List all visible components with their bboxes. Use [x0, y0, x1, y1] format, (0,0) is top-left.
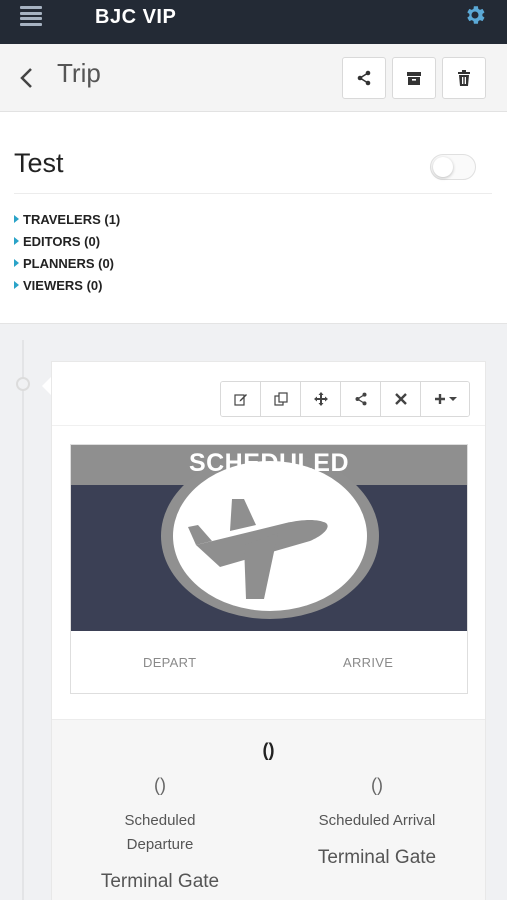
caret-right-icon: [14, 215, 19, 223]
timeline-dot: [16, 377, 30, 391]
trip-toggle[interactable]: [430, 154, 476, 180]
role-label: VIEWERS (0): [23, 277, 103, 293]
depart-label: DEPART: [143, 655, 197, 670]
gear-icon[interactable]: [463, 3, 487, 27]
scheduled-departure-label: Scheduled Departure: [124, 812, 196, 853]
copy-icon: [273, 392, 288, 406]
app-bar: BJC VIP: [0, 0, 507, 44]
archive-icon: [407, 72, 421, 85]
role-planners[interactable]: PLANNERS (0): [14, 252, 120, 274]
divider: [14, 193, 492, 194]
status-banner: SCHEDULED: [71, 445, 467, 631]
airplane-icon: [188, 499, 328, 599]
arrival-terminal-gate: Terminal Gate: [317, 847, 437, 868]
move-icon: [313, 392, 328, 406]
trash-icon: [458, 70, 470, 86]
segment-share-button[interactable]: [341, 382, 381, 416]
trip-card: Test TRAVELERS (1) EDITORS (0) PLANNERS …: [0, 112, 507, 324]
caret-right-icon: [14, 259, 19, 267]
edit-button[interactable]: [221, 382, 261, 416]
departure-time: (): [154, 775, 166, 795]
divider: [52, 425, 485, 426]
departure-terminal-gate: Terminal Gate: [100, 871, 220, 892]
arrival-column: () Scheduled Arrival Terminal Gate: [287, 775, 467, 869]
delete-button[interactable]: [442, 57, 486, 99]
role-travelers[interactable]: TRAVELERS (1): [14, 208, 120, 230]
page-header: Trip: [0, 44, 507, 112]
plus-icon: [434, 394, 445, 404]
roles-list: TRAVELERS (1) EDITORS (0) PLANNERS (0) V…: [14, 208, 120, 296]
flight-status-box: SCHEDULED DEPART ARRIVE: [70, 444, 468, 694]
trip-name: Test: [14, 148, 64, 178]
edit-icon: [233, 394, 247, 406]
segment-toolbar: [220, 381, 470, 417]
share-button[interactable]: [342, 57, 386, 99]
flight-segment-card: SCHEDULED DEPART ARRIVE () () Scheduled …: [51, 361, 486, 900]
flight-id: (): [262, 740, 275, 760]
share-icon: [357, 70, 371, 86]
arrive-label: ARRIVE: [343, 655, 394, 670]
copy-button[interactable]: [261, 382, 301, 416]
add-dropdown-button[interactable]: [421, 382, 469, 416]
arrival-time: (): [371, 775, 383, 795]
page-title: Trip: [57, 58, 101, 88]
archive-button[interactable]: [392, 57, 436, 99]
move-button[interactable]: [301, 382, 341, 416]
caret-right-icon: [14, 281, 19, 289]
role-viewers[interactable]: VIEWERS (0): [14, 274, 120, 296]
remove-button[interactable]: [381, 382, 421, 416]
caret-right-icon: [14, 237, 19, 245]
chevron-down-icon: [448, 397, 457, 401]
flight-details: () () Scheduled Departure Terminal Gate …: [52, 719, 485, 900]
role-editors[interactable]: EDITORS (0): [14, 230, 120, 252]
share-icon: [354, 392, 367, 406]
role-label: TRAVELERS (1): [23, 211, 121, 227]
role-label: PLANNERS (0): [23, 255, 115, 271]
scheduled-arrival-label: Scheduled Arrival: [318, 812, 436, 829]
timeline-line: [22, 340, 24, 900]
back-arrow-icon[interactable]: [18, 66, 36, 90]
departure-column: () Scheduled Departure Terminal Gate: [70, 775, 250, 893]
menu-icon[interactable]: [20, 6, 42, 26]
toggle-knob: [433, 157, 453, 177]
app-title: BJC VIP: [95, 6, 177, 28]
close-icon: [394, 393, 407, 405]
status-text: SCHEDULED: [188, 449, 350, 477]
role-label: EDITORS (0): [23, 233, 101, 249]
